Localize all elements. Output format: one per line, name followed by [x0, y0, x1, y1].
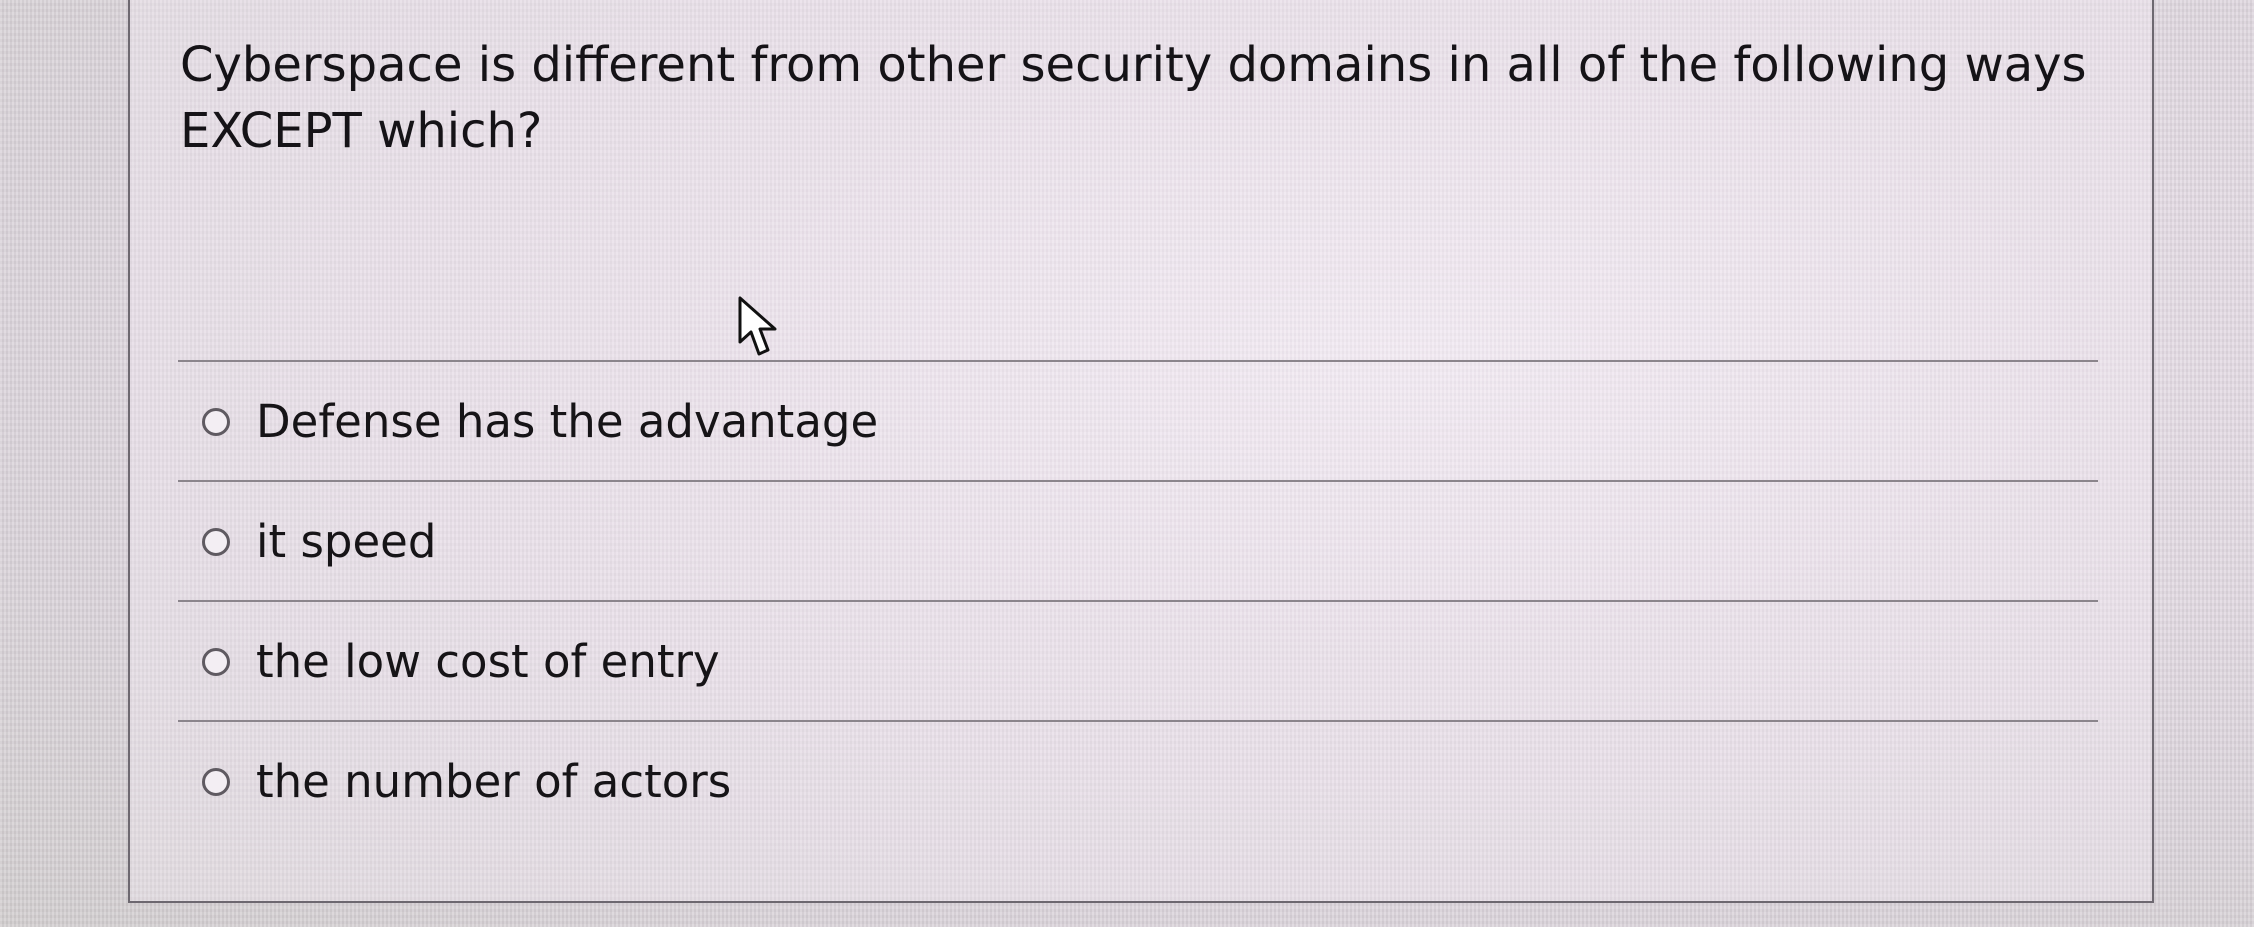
radio-button-icon[interactable]: [202, 648, 230, 676]
mouse-pointer-icon: [738, 296, 777, 356]
answer-label[interactable]: the low cost of entry: [256, 636, 720, 688]
question-text: Cyberspace is different from other secur…: [180, 37, 2087, 159]
radio-button-icon[interactable]: [202, 768, 230, 796]
radio-button-icon[interactable]: [202, 528, 230, 556]
answer-label[interactable]: it speed: [256, 516, 436, 568]
answer-list: Defense has the advantage it speed the l…: [178, 360, 2098, 840]
answer-label[interactable]: the number of actors: [256, 756, 731, 808]
answer-option-low-cost-entry[interactable]: the low cost of entry: [178, 600, 2098, 720]
answer-option-it-speed[interactable]: it speed: [178, 480, 2098, 600]
answer-option-defense-advantage[interactable]: Defense has the advantage: [178, 360, 2098, 480]
question-card: Cyberspace is different from other secur…: [128, 0, 2154, 903]
quiz-screen: Cyberspace is different from other secur…: [0, 0, 2254, 927]
answer-label[interactable]: Defense has the advantage: [256, 396, 878, 448]
answer-option-number-actors[interactable]: the number of actors: [178, 720, 2098, 840]
radio-button-icon[interactable]: [202, 408, 230, 436]
